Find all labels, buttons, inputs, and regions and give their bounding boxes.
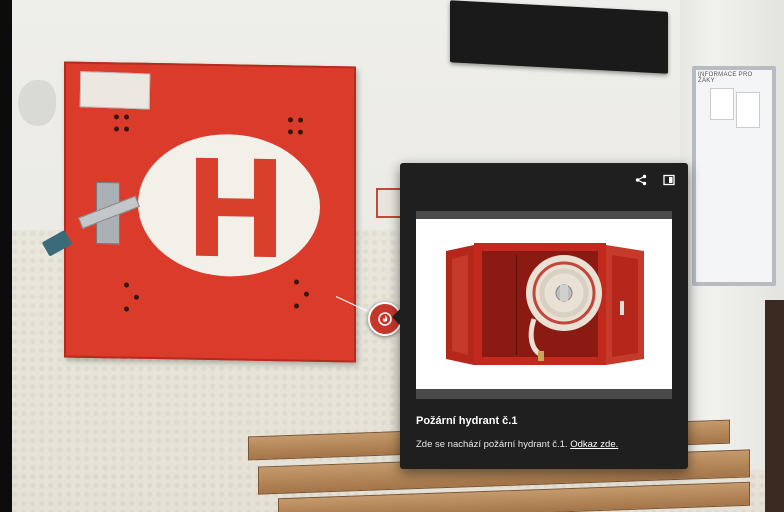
card-caret [392,309,400,325]
panel-expand-icon[interactable] [662,173,676,187]
left-dark-edge [0,0,12,512]
doorway [765,300,784,512]
notice-paper [736,92,760,128]
vent-hole [288,117,293,123]
card-link[interactable]: Odkaz zde. [570,439,618,450]
panorama-view[interactable]: INFORMACE PRO ŽÁKY Požární hydrant č.1 Z… [0,0,784,512]
vent-hole [294,303,299,309]
vent-hole [304,291,309,297]
vent-hole [134,294,139,300]
vent-hole [114,126,119,132]
vent-hole [294,279,299,285]
hydrant-cabinet-photo[interactable] [416,219,672,389]
notice-board: INFORMACE PRO ŽÁKY [692,66,776,286]
vent-hole [298,117,303,123]
wall-tv [450,0,668,74]
vent-hole [124,306,129,312]
notice-paper [710,88,734,120]
cabinet-label-sticker [79,71,151,110]
vent-hole [124,126,129,132]
hotspot-info-card: Požární hydrant č.1 Zde se nachází požár… [392,163,688,469]
vent-hole [288,129,293,135]
card-toolbar [634,173,676,187]
hydrant-sign-letter [196,157,276,258]
card-description: Zde se nachází požární hydrant č.1. Odka… [416,439,618,450]
vent-hole [124,114,129,120]
vent-hole [124,282,129,288]
card-media-frame [416,211,672,399]
card-description-text: Zde se nachází požární hydrant č.1. [416,439,568,450]
wall-fixture [18,80,56,126]
fire-icon [378,312,392,326]
hydrant-cabinet [41,61,356,363]
notice-board-header: INFORMACE PRO ŽÁKY [698,72,753,84]
card-title: Požární hydrant č.1 [416,415,518,427]
vent-hole [114,114,119,120]
share-icon[interactable] [634,173,648,187]
vent-hole [298,129,303,135]
